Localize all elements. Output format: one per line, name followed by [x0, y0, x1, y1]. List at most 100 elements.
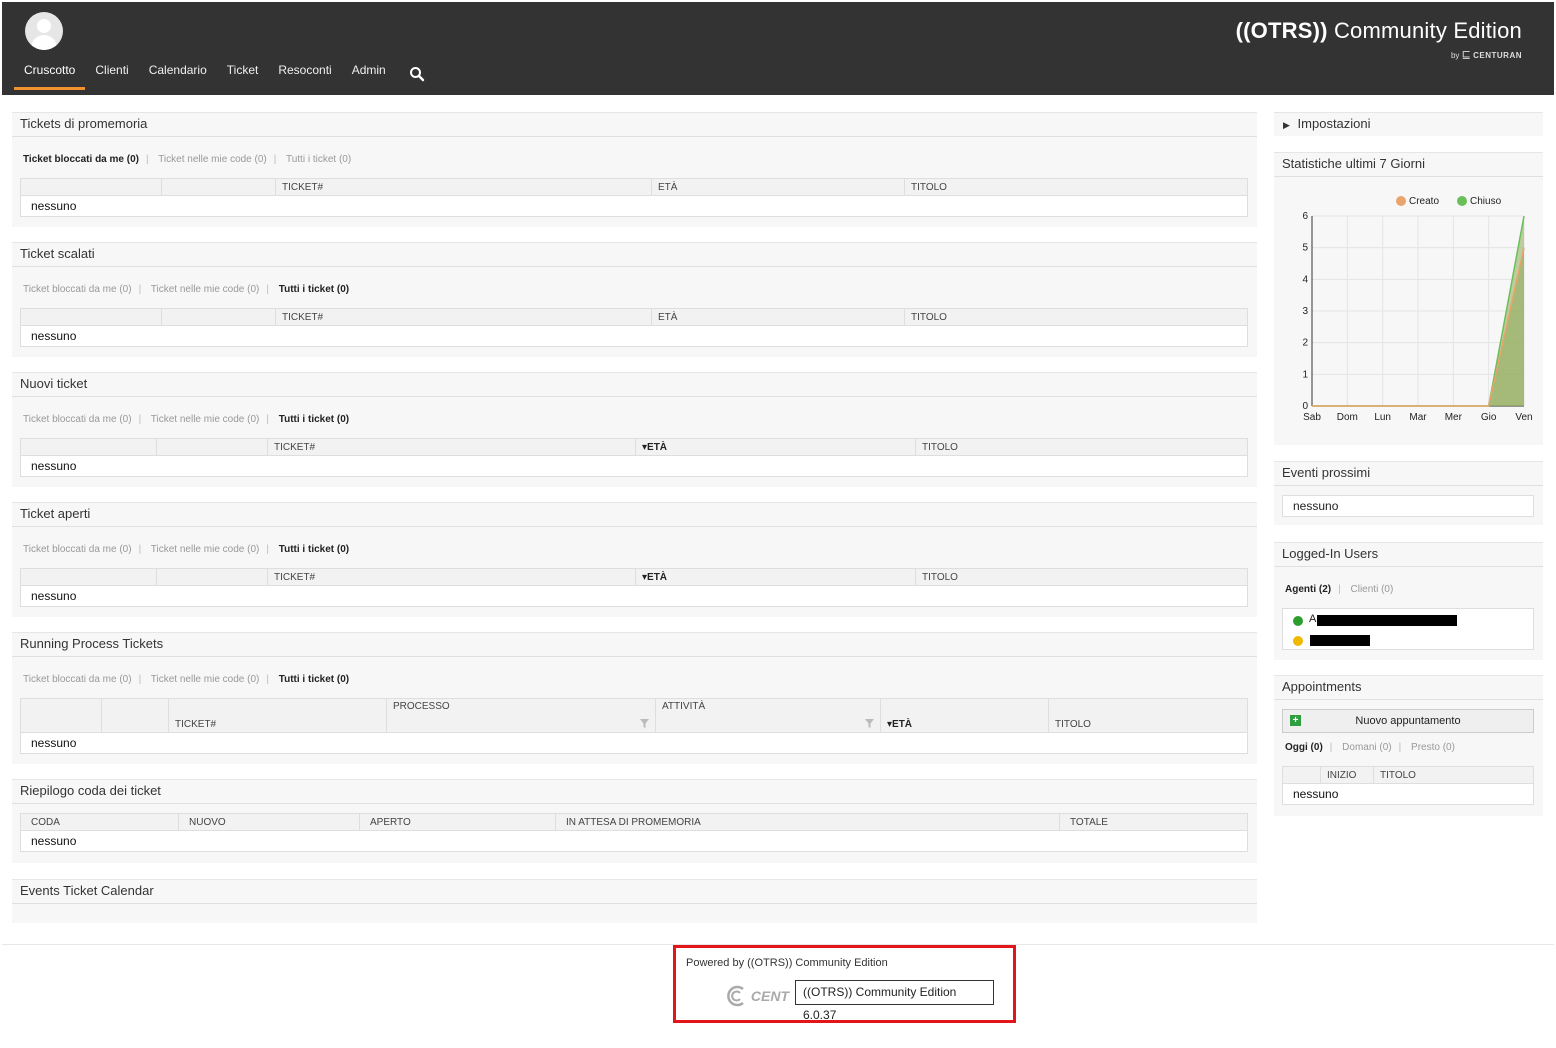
settings-label: Impostazioni [1297, 116, 1371, 131]
events-empty: nessuno [1282, 495, 1534, 517]
user-name-initial: A [1309, 613, 1317, 625]
widget-calendar: Events Ticket Calendar [12, 879, 1257, 923]
settings-toggle[interactable]: ▶ Impostazioni [1274, 112, 1543, 136]
appointment-table: INIZIO TITOLO nessuno [1282, 766, 1534, 805]
filter-icon[interactable] [865, 719, 874, 728]
user-row[interactable]: A [1293, 613, 1533, 627]
nav-clienti[interactable]: Clienti [85, 62, 138, 90]
widget-title[interactable]: Appointments [1274, 676, 1543, 700]
col-eta-sorted[interactable]: ▾ETÀ [635, 568, 916, 586]
filter-tutti[interactable]: Tutti i ticket (0) [286, 154, 351, 165]
col-blank [161, 178, 276, 196]
col-blank [20, 308, 162, 326]
empty-row: nessuno [20, 585, 1248, 607]
version-tooltip: ((OTRS)) Community Edition 6.0.37 [795, 980, 994, 1022]
search-icon[interactable] [409, 66, 425, 82]
col-eta-sorted[interactable]: ▾ETÀ [635, 438, 916, 456]
widget-title[interactable]: Ticket scalati [12, 243, 1257, 267]
filter-tutti[interactable]: Tutti i ticket (0) [279, 674, 349, 685]
nav-ticket[interactable]: Ticket [217, 62, 269, 90]
nav-calendario[interactable]: Calendario [139, 62, 217, 90]
filter-code[interactable]: Ticket nelle mie code (0) [151, 544, 260, 555]
widget-title[interactable]: Events Ticket Calendar [12, 880, 1257, 904]
col-blank [156, 438, 268, 456]
new-appointment-label: Nuovo appuntamento [1355, 715, 1461, 727]
filter-code[interactable]: Ticket nelle mie code (0) [151, 674, 260, 685]
filter-code[interactable]: Ticket nelle mie code (0) [151, 284, 260, 295]
widget-title[interactable]: Nuovi ticket [12, 373, 1257, 397]
new-appointment-button[interactable]: + Nuovo appuntamento [1282, 709, 1534, 733]
col-titolo[interactable]: TITOLO [904, 308, 1248, 326]
col-eta[interactable]: ETÀ [651, 308, 905, 326]
nav-resoconti[interactable]: Resoconti [268, 62, 341, 90]
chart-x-tick-label: Mer [1445, 412, 1463, 423]
filter-code[interactable]: Ticket nelle mie code (0) [151, 414, 260, 425]
main-nav: Cruscotto Clienti Calendario Ticket Reso… [14, 62, 396, 90]
col-titolo[interactable]: TITOLO [1373, 766, 1534, 784]
col-titolo[interactable]: TITOLO [1048, 698, 1248, 733]
col-ticket[interactable]: TICKET# [267, 568, 636, 586]
col-blank [156, 568, 268, 586]
empty-row: nessuno [20, 455, 1248, 477]
filter-code[interactable]: Ticket nelle mie code (0) [158, 154, 267, 165]
filter-agenti[interactable]: Agenti (2) [1285, 584, 1331, 595]
col-aperto[interactable]: APERTO [359, 813, 556, 831]
filter-icon[interactable] [640, 719, 649, 728]
widget-title[interactable]: Running Process Tickets [12, 633, 1257, 657]
col-ticket[interactable]: TICKET# [168, 698, 387, 733]
chart-x-tick-label: Sab [1303, 412, 1321, 423]
chart-y-tick-label: 0 [1302, 401, 1308, 412]
widget-title[interactable]: Eventi prossimi [1274, 462, 1543, 486]
chart-y-tick-label: 2 [1302, 338, 1308, 349]
user-row[interactable] [1293, 633, 1533, 647]
widget-title[interactable]: Ticket aperti [12, 503, 1257, 527]
widget-title[interactable]: Riepilogo coda dei ticket [12, 780, 1257, 804]
col-ticket[interactable]: TICKET# [267, 438, 636, 456]
col-blank [161, 308, 276, 326]
nav-admin[interactable]: Admin [342, 62, 396, 90]
col-coda[interactable]: CODA [20, 813, 179, 831]
col-titolo[interactable]: TITOLO [904, 178, 1248, 196]
col-promemoria[interactable]: IN ATTESA DI PROMEMORIA [555, 813, 1060, 831]
col-ticket[interactable]: TICKET# [275, 308, 652, 326]
col-inizio[interactable]: INIZIO [1320, 766, 1374, 784]
filter-tutti[interactable]: Tutti i ticket (0) [279, 284, 349, 295]
col-titolo[interactable]: TITOLO [915, 568, 1248, 586]
brand-edition: Community Edition [1327, 18, 1522, 43]
col-totale[interactable]: TOTALE [1059, 813, 1248, 831]
col-eta[interactable]: ETÀ [651, 178, 905, 196]
col-attivita[interactable]: ATTIVITÀ [655, 698, 881, 733]
centuran-logo[interactable]: CENT [727, 985, 789, 1007]
users-filter-bar: Agenti (2) | Clienti (0) [1285, 584, 1394, 595]
widget-title[interactable]: Logged-In Users [1274, 543, 1543, 567]
powered-by-link[interactable]: Powered by ((OTRS)) Community Edition [686, 957, 888, 969]
widget-title[interactable]: Tickets di promemoria [12, 113, 1257, 137]
filter-bloccati[interactable]: Ticket bloccati da me (0) [23, 674, 132, 685]
col-ticket[interactable]: TICKET# [275, 178, 652, 196]
appointment-filter-bar: Oggi (0) | Domani (0) | Presto (0) [1285, 742, 1455, 753]
centuran-text: CENT [750, 988, 790, 1004]
filter-bloccati[interactable]: Ticket bloccati da me (0) [23, 414, 132, 425]
filter-bloccati[interactable]: Ticket bloccati da me (0) [23, 284, 132, 295]
filter-bloccati[interactable]: Ticket bloccati da me (0) [23, 544, 132, 555]
col-processo[interactable]: PROCESSO [386, 698, 656, 733]
col-blank [20, 568, 157, 586]
user-avatar[interactable] [25, 12, 63, 50]
filter-clienti[interactable]: Clienti (0) [1351, 584, 1394, 595]
filter-domani[interactable]: Domani (0) [1342, 742, 1391, 753]
widget-title[interactable]: Statistiche ultimi 7 Giorni [1274, 153, 1543, 177]
nav-cruscotto[interactable]: Cruscotto [14, 62, 86, 90]
col-eta-sorted[interactable]: ▾ETÀ [880, 698, 1049, 733]
chart-y-tick-label: 1 [1302, 369, 1308, 380]
filter-presto[interactable]: Presto (0) [1411, 742, 1455, 753]
filter-tutti[interactable]: Tutti i ticket (0) [279, 544, 349, 555]
ticket-table: TICKET# ETÀ TITOLO nessuno [20, 178, 1248, 217]
filter-oggi[interactable]: Oggi (0) [1285, 742, 1323, 753]
col-titolo[interactable]: TITOLO [915, 438, 1248, 456]
redacted-name [1310, 635, 1370, 646]
widget-users: Logged-In Users Agenti (2) | Clienti (0) … [1274, 542, 1543, 660]
filter-bloccati[interactable]: Ticket bloccati da me (0) [23, 154, 139, 165]
filter-tutti[interactable]: Tutti i ticket (0) [279, 414, 349, 425]
users-list: A [1282, 608, 1534, 650]
col-nuovo[interactable]: NUOVO [178, 813, 360, 831]
